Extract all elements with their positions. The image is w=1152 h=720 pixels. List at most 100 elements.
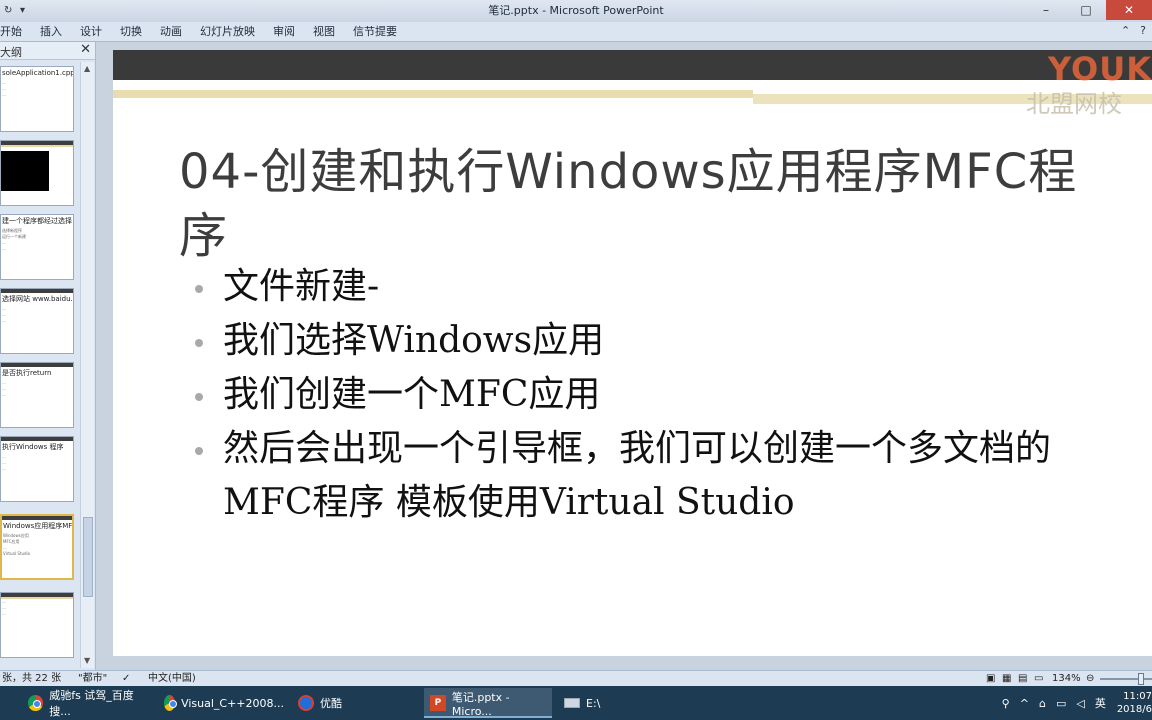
thumbnail-title: 执行Windows 程序	[2, 443, 64, 451]
close-button[interactable]: ✕	[1106, 0, 1152, 20]
slide-header-bar	[113, 50, 1152, 80]
slide-thumbnail[interactable]: 建一个程序都经过选择 选择新程序 运行一个新建 ... ...	[0, 214, 74, 280]
window-title: 笔记.pptx - Microsoft PowerPoint	[488, 4, 664, 17]
thumbnail-line: ...	[2, 611, 6, 616]
zoom-slider[interactable]	[1100, 678, 1152, 680]
thumbnail-scrollbar[interactable]: ▲ ▼	[80, 62, 94, 668]
tab-review[interactable]: 审阅	[264, 22, 304, 42]
panel-header: 大纲 ✕	[0, 42, 95, 60]
watermark-text: 北盟网校	[1026, 90, 1122, 118]
zoom-out-icon[interactable]: ⊖	[1086, 671, 1094, 686]
youku-icon	[298, 695, 314, 711]
tab-transitions[interactable]: 切换	[111, 22, 151, 42]
tab-outline[interactable]: 大纲	[0, 44, 22, 60]
powerpoint-icon: P	[430, 695, 446, 711]
bullet-item: 我们选择Windows应用	[193, 314, 1113, 368]
scroll-up-icon[interactable]: ▲	[84, 64, 90, 73]
slideshow-icon[interactable]: ▭	[1034, 671, 1043, 686]
slide-thumbnail-selected[interactable]: Windows应用程序MFC程 Windows应用 MFC应用 ... Virt…	[0, 514, 74, 580]
ribbon-tabs: 开始 插入 设计 切换 动画 幻灯片放映 审阅 视图 信节提要	[0, 22, 1152, 42]
taskbar-item-chrome-search[interactable]: 威驰fs 试驾_百度搜...	[22, 688, 150, 718]
slide-sorter-icon[interactable]: ▦	[1002, 671, 1011, 686]
slides-panel: 大纲 ✕ soleApplication1.cpp ... ... ... 建一…	[0, 42, 96, 670]
zoom-level[interactable]: 134%	[1052, 671, 1081, 686]
spellcheck-icon[interactable]: ✓	[122, 671, 130, 686]
thumbnail-line: ...	[2, 246, 6, 251]
clock-time: 11:07	[1123, 691, 1152, 702]
people-icon[interactable]: ⚲	[1002, 697, 1010, 710]
thumbnail-line: ...	[2, 466, 6, 471]
slide-canvas[interactable]: YOUK 北盟网校 04-创建和执行Windows应用程序MFC程序 文件新建-…	[113, 50, 1152, 656]
thumbnail-title: 建一个程序都经过选择	[2, 217, 72, 225]
system-tray: ⚲ ^ ⌂ ▭ ◁ 英 11:07 2018/6	[997, 686, 1152, 720]
slide-thumbnail[interactable]: 是否执行return ... ... ...	[0, 362, 74, 428]
taskbar-item-label: 笔记.pptx - Micro...	[451, 690, 510, 718]
bullet-item: 我们创建一个MFC应用	[193, 368, 1113, 422]
zoom-slider-knob[interactable]	[1138, 673, 1144, 685]
slide-thumbnail[interactable]: 选择网站 www.baidu.cn ... ... ...	[0, 288, 74, 354]
bullet-item: 然后会出现一个引导框，我们可以创建一个多文档的MFC程序 模板使用Virtual…	[193, 422, 1113, 530]
panel-close-icon[interactable]: ✕	[80, 42, 91, 57]
tab-view[interactable]: 视图	[304, 22, 344, 42]
theme-name: "都市"	[78, 673, 108, 684]
battery-icon[interactable]: ▭	[1056, 697, 1066, 710]
slide-editor: YOUK 北盟网校 04-创建和执行Windows应用程序MFC程序 文件新建-…	[97, 42, 1152, 670]
chrome-icon	[28, 695, 44, 711]
title-bar: ↻ ▾ 笔记.pptx - Microsoft PowerPoint – □ ✕	[0, 0, 1152, 22]
tab-slideshow[interactable]: 幻灯片放映	[191, 22, 264, 42]
thumbnail-line: Virtual Studio	[3, 551, 31, 556]
scroll-down-icon[interactable]: ▼	[84, 656, 90, 665]
slide-title[interactable]: 04-创建和执行Windows应用程序MFC程序	[179, 140, 1109, 268]
taskbar-item-label: 威驰fs 试驾_百度搜...	[49, 689, 134, 718]
thumbnail-line: ...	[2, 92, 6, 97]
normal-view-icon[interactable]: ▣	[986, 671, 995, 686]
ime-indicator[interactable]: 英	[1095, 695, 1106, 711]
thumbnail-title: soleApplication1.cpp	[2, 69, 74, 77]
customize-dropdown-icon[interactable]: ▾	[20, 6, 30, 16]
help-icon[interactable]: ?	[1140, 24, 1146, 37]
tab-addin[interactable]: 信节提要	[344, 22, 406, 42]
slide-thumbnail[interactable]	[0, 140, 74, 206]
taskbar-item-label: Visual_C++2008...	[181, 696, 284, 710]
thumbnail-screenshot	[1, 151, 49, 191]
thumbnail-title: 是否执行return	[2, 369, 52, 377]
taskbar: 威驰fs 试驾_百度搜... Visual_C++2008... 优酷 P 笔记…	[0, 686, 1152, 720]
thumbnail-header-stripe	[1, 145, 73, 147]
language-indicator[interactable]: 中文(中国)	[148, 671, 196, 686]
reading-view-icon[interactable]: ▤	[1018, 671, 1027, 686]
network-icon[interactable]: ⌂	[1039, 697, 1046, 710]
tab-home[interactable]: 开始	[0, 22, 31, 42]
status-bar: 张，共 22 张 "都市" ✓ 中文(中国) ▣ ▦ ▤ ▭ 134% ⊖	[0, 670, 1152, 686]
ribbon-collapse-icon[interactable]: ⌃	[1121, 24, 1130, 37]
slide-thumbnail[interactable]: ... ... ...	[0, 592, 74, 658]
tab-design[interactable]: 设计	[71, 22, 111, 42]
scroll-thumb[interactable]	[83, 517, 93, 597]
redo-icon[interactable]: ↻	[4, 6, 14, 16]
taskbar-item-youku[interactable]: 优酷	[292, 688, 420, 718]
taskbar-item-label: E:\	[586, 696, 601, 710]
thumbnail-title: 选择网站 www.baidu.cn	[2, 295, 74, 303]
drive-icon	[564, 698, 580, 708]
slide-thumbnail[interactable]: soleApplication1.cpp ... ... ...	[0, 66, 74, 132]
bullet-list[interactable]: 文件新建- 我们选择Windows应用 我们创建一个MFC应用 然后会出现一个引…	[193, 260, 1113, 530]
taskbar-item-powerpoint[interactable]: P 笔记.pptx - Micro...	[424, 688, 552, 718]
quick-access-toolbar: ↻ ▾	[0, 6, 30, 16]
tab-animations[interactable]: 动画	[151, 22, 191, 42]
clock-date: 2018/6	[1116, 704, 1152, 715]
slide-thumbnail[interactable]: 执行Windows 程序 ... ... ...	[0, 436, 74, 502]
thumbnail-line: ...	[2, 392, 6, 397]
youku-logo: YOUK	[1047, 50, 1152, 88]
thumbnail-line: ...	[2, 318, 6, 323]
active-indicator	[424, 716, 552, 718]
tab-insert[interactable]: 插入	[31, 22, 71, 42]
chrome-icon	[164, 695, 178, 711]
taskbar-item-explorer[interactable]: E:\	[558, 688, 686, 718]
thumbnail-title: Windows应用程序MFC程	[3, 522, 73, 530]
maximize-button[interactable]: □	[1066, 0, 1106, 20]
clock[interactable]: 11:07 2018/6	[1117, 690, 1152, 716]
minimize-button[interactable]: –	[1026, 0, 1066, 20]
volume-icon[interactable]: ◁	[1076, 697, 1084, 710]
slide-count: 张，共 22 张	[2, 673, 62, 684]
show-hidden-icons-icon[interactable]: ^	[1020, 697, 1029, 710]
taskbar-item-chrome-visualc[interactable]: Visual_C++2008...	[158, 688, 284, 718]
